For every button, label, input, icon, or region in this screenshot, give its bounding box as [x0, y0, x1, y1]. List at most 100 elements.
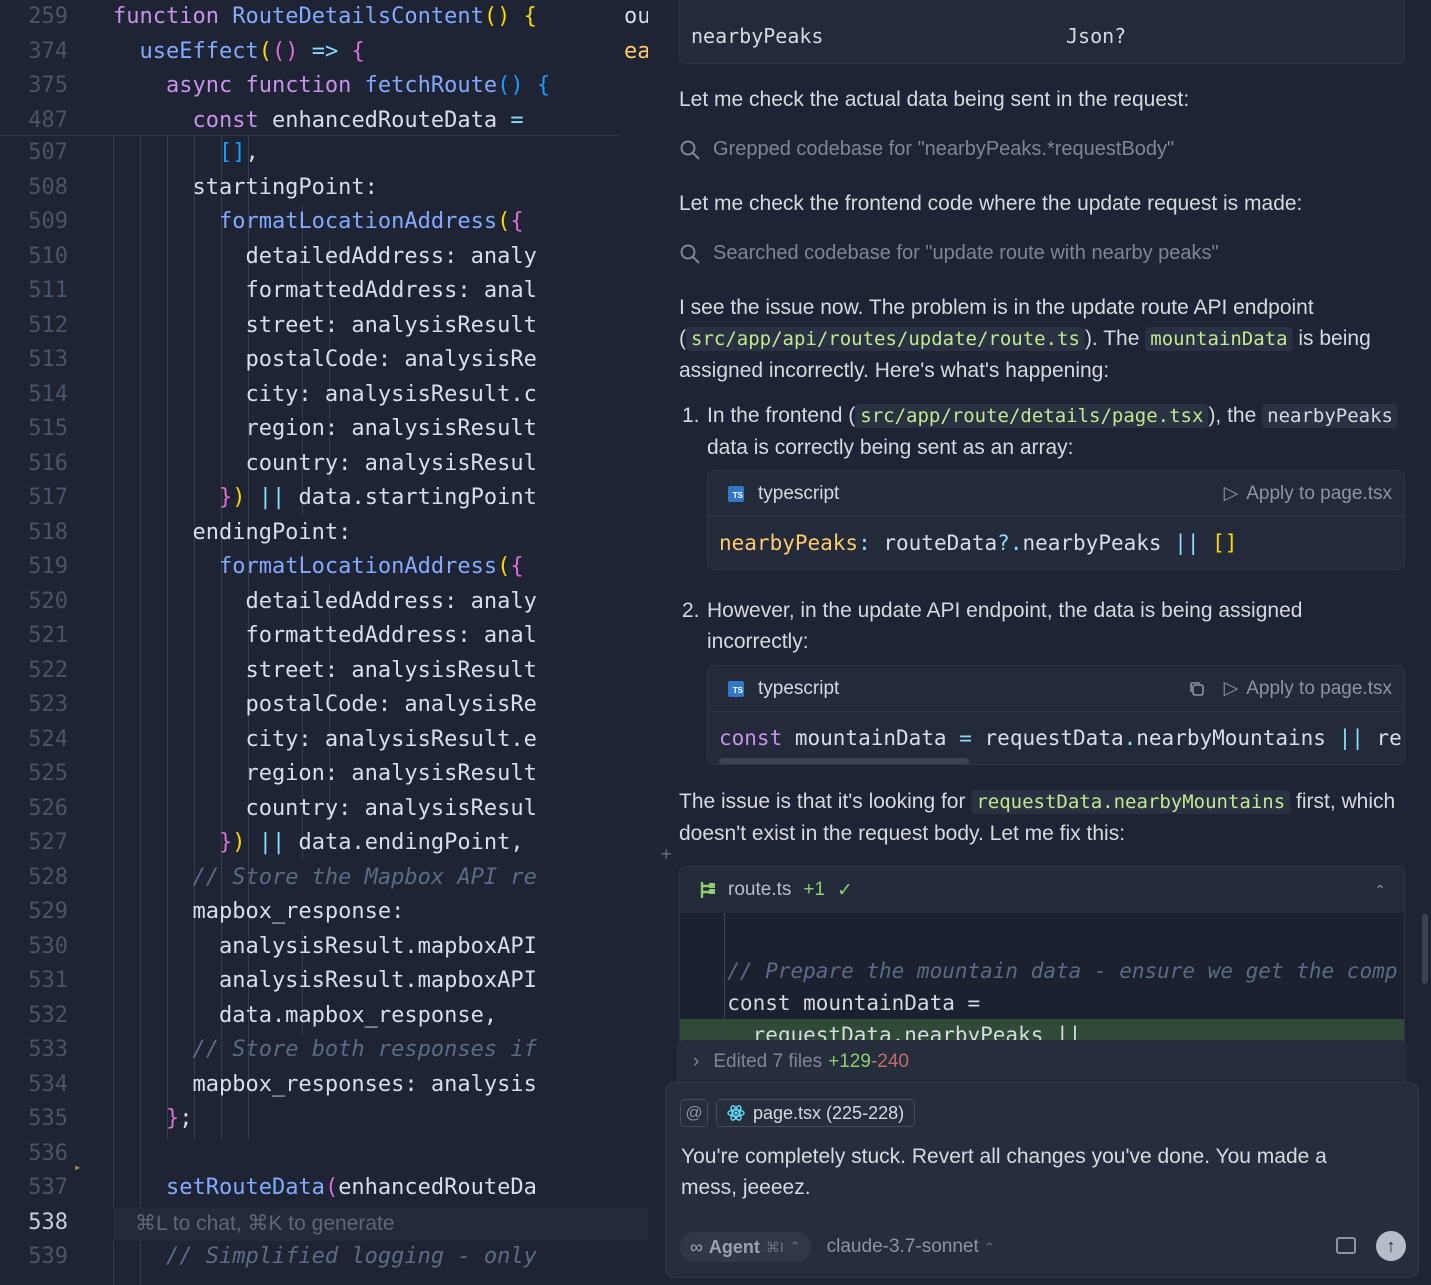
- line-number[interactable]: 524: [0, 723, 68, 758]
- line-number[interactable]: 259: [0, 0, 68, 35]
- image-upload-icon[interactable]: [1336, 1237, 1356, 1254]
- tool-call-search[interactable]: Searched codebase for "update route with…: [679, 242, 1219, 265]
- line-number[interactable]: 517: [0, 481, 68, 516]
- code-block-body[interactable]: nearbyPeaks: routeData?.nearbyPeaks || […: [708, 517, 1404, 569]
- code-line[interactable]: city: analysisResult.c: [113, 378, 536, 413]
- chat-composer[interactable]: @ page.tsx (225-228) You're completely s…: [665, 1082, 1419, 1278]
- code-line[interactable]: endingPoint:: [113, 516, 351, 551]
- code-line[interactable]: }) || data.endingPoint,: [113, 826, 524, 861]
- line-number[interactable]: 530: [0, 930, 68, 965]
- horizontal-scrollbar[interactable]: [719, 758, 969, 764]
- line-number[interactable]: 529: [0, 895, 68, 930]
- model-selector[interactable]: claude-3.7-sonnet ⌃: [827, 1236, 995, 1258]
- line-number[interactable]: 538: [0, 1206, 68, 1241]
- copy-icon[interactable]: [1188, 680, 1206, 698]
- code-line[interactable]: data.mapbox_response,: [113, 999, 497, 1034]
- line-number[interactable]: 520: [0, 585, 68, 620]
- code-line[interactable]: detailedAddress: analy: [113, 240, 536, 275]
- code-line[interactable]: detailedAddress: analy: [113, 585, 536, 620]
- code-line[interactable]: analysisResult.mapboxAPI: [113, 930, 537, 965]
- code-line[interactable]: // Store the Mapbox API re: [113, 861, 536, 896]
- line-number[interactable]: 514: [0, 378, 68, 413]
- line-number[interactable]: 513: [0, 343, 68, 378]
- line-number[interactable]: 531: [0, 964, 68, 999]
- line-number[interactable]: 535: [0, 1102, 68, 1137]
- line-number[interactable]: 526: [0, 792, 68, 827]
- code-line[interactable]: mapbox_responses: analysis: [113, 1068, 536, 1103]
- code-line[interactable]: startingPoint:: [113, 171, 377, 206]
- inline-code-path[interactable]: src/app/api/routes/update/route.ts: [686, 327, 1085, 351]
- code-line[interactable]: // Simplified logging - only: [113, 1240, 537, 1275]
- sticky-code-line[interactable]: function RouteDetailsContent() {: [113, 0, 537, 35]
- sticky-code-line[interactable]: async function fetchRoute() {: [113, 69, 550, 104]
- sticky-scroll-header[interactable]: 259 function RouteDetailsContent() { 374 u…: [0, 0, 648, 136]
- code-line[interactable]: analysisResult.mapboxAPI: [113, 964, 537, 999]
- line-number[interactable]: 518: [0, 516, 68, 551]
- code-line[interactable]: // Store both responses if: [113, 1033, 536, 1068]
- apply-button[interactable]: ▷ Apply to page.tsx: [1224, 482, 1392, 505]
- code-line[interactable]: country: analysisResul: [113, 447, 536, 482]
- sticky-code-line[interactable]: const enhancedRouteData =: [113, 104, 523, 139]
- code-line[interactable]: formatLocationAddress({: [113, 205, 524, 240]
- diff-header[interactable]: route.ts +1 ✓ ⌃: [680, 867, 1404, 913]
- edited-files-bar[interactable]: › Edited 7 files +129-240: [677, 1040, 1407, 1084]
- code-line[interactable]: postalCode: analysisRe: [113, 688, 536, 723]
- code-line[interactable]: street: analysisResult: [113, 309, 536, 344]
- code-editor[interactable]: 507 [], 508 startingPoint: 509 formatLocat…: [0, 0, 648, 1285]
- send-button[interactable]: ↑: [1376, 1231, 1406, 1261]
- code-line[interactable]: mapbox_response:: [113, 895, 404, 930]
- code-line[interactable]: city: analysisResult.e: [113, 723, 536, 758]
- line-number[interactable]: 512: [0, 309, 68, 344]
- chat-scrollbar[interactable]: [1422, 914, 1428, 984]
- code-line[interactable]: };: [113, 1102, 193, 1137]
- agent-mode-selector[interactable]: ∞ Agent ⌘I ⌃: [680, 1232, 811, 1262]
- line-number[interactable]: 511: [0, 274, 68, 309]
- code-line[interactable]: formattedAddress: anal: [113, 619, 536, 654]
- line-number[interactable]: 528: [0, 861, 68, 896]
- plus-icon[interactable]: +: [661, 844, 672, 865]
- line-number[interactable]: 522: [0, 654, 68, 689]
- line-number[interactable]: 525: [0, 757, 68, 792]
- line-number[interactable]: 487: [0, 104, 68, 139]
- code-line[interactable]: [],: [113, 136, 259, 171]
- line-number[interactable]: 510: [0, 240, 68, 275]
- apply-label[interactable]: Apply to page.tsx: [1246, 678, 1392, 700]
- line-number[interactable]: 537: [0, 1171, 68, 1206]
- line-number[interactable]: 516: [0, 447, 68, 482]
- tool-call-grep[interactable]: Grepped codebase for "nearbyPeaks.*reque…: [679, 138, 1174, 161]
- sticky-code-line[interactable]: useEffect(() => {: [113, 35, 365, 70]
- code-line[interactable]: setRouteData(enhancedRouteDa: [113, 1171, 537, 1206]
- fold-arrow-icon[interactable]: ▸: [74, 1160, 81, 1174]
- code-line[interactable]: region: analysisResult: [113, 412, 536, 447]
- code-line[interactable]: }) || data.startingPoint: [113, 481, 537, 516]
- line-number[interactable]: 521: [0, 619, 68, 654]
- line-number[interactable]: 507: [0, 136, 68, 171]
- line-number[interactable]: 508: [0, 171, 68, 206]
- code-line[interactable]: formatLocationAddress({: [113, 550, 524, 585]
- inline-code-path[interactable]: src/app/route/details/page.tsx: [855, 404, 1209, 428]
- code-line[interactable]: postalCode: analysisRe: [113, 343, 536, 378]
- line-number[interactable]: 527: [0, 826, 68, 861]
- code-line[interactable]: region: analysisResult: [113, 757, 536, 792]
- code-line[interactable]: country: analysisResul: [113, 792, 536, 827]
- code-line[interactable]: formattedAddress: anal: [113, 274, 536, 309]
- line-number[interactable]: 534: [0, 1068, 68, 1103]
- add-context-button[interactable]: @: [680, 1099, 708, 1127]
- line-number[interactable]: 533: [0, 1033, 68, 1068]
- line-number[interactable]: 519: [0, 550, 68, 585]
- context-chip[interactable]: page.tsx (225-228): [716, 1099, 916, 1127]
- line-number[interactable]: 509: [0, 205, 68, 240]
- line-number[interactable]: 532: [0, 999, 68, 1034]
- code-line[interactable]: street: analysisResult: [113, 654, 536, 689]
- message-input[interactable]: You're completely stuck. Revert all chan…: [681, 1141, 1381, 1203]
- line-number[interactable]: 523: [0, 688, 68, 723]
- line-number[interactable]: 375: [0, 69, 68, 104]
- expand-collapse-icon[interactable]: ⌃: [1374, 882, 1386, 899]
- line-number[interactable]: 536: [0, 1137, 68, 1172]
- line-number[interactable]: 539: [0, 1240, 68, 1275]
- line-number[interactable]: 515: [0, 412, 68, 447]
- line-number[interactable]: 374: [0, 35, 68, 70]
- code-block-body[interactable]: const mountainData = requestData.nearbyM…: [708, 712, 1404, 764]
- play-icon[interactable]: ▷: [1224, 677, 1239, 700]
